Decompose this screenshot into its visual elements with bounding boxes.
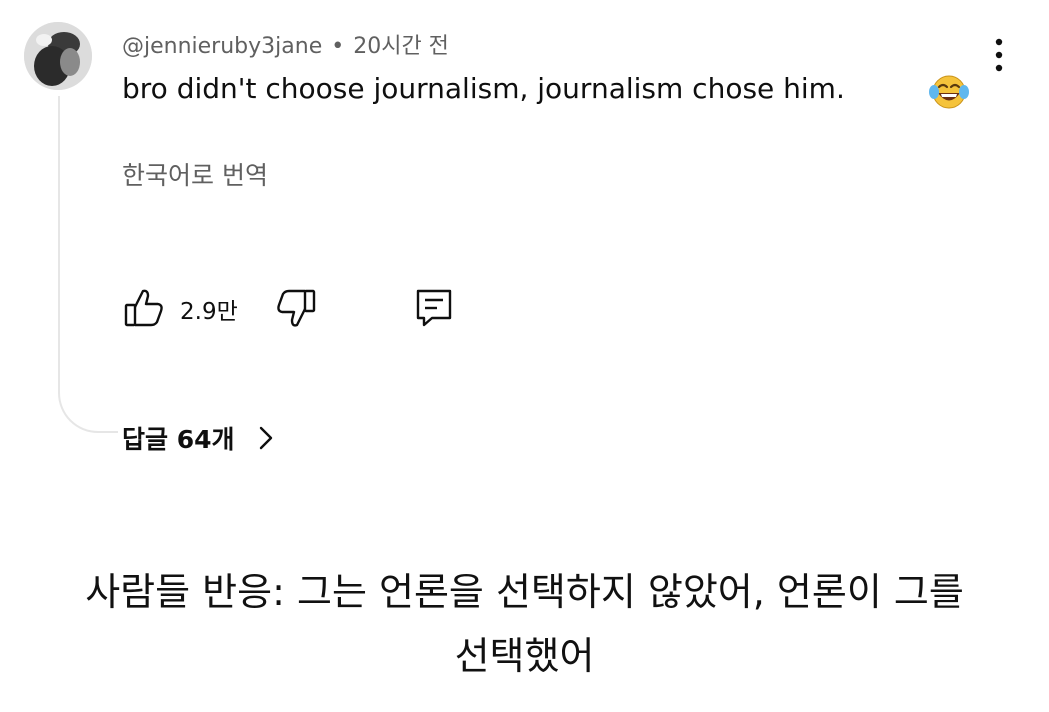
comment-screenshot: @jennieruby3jane • 20시간 전 bro didn't choos… [0, 0, 1049, 712]
caption-line-1: 사람들 반응: 그는 언론을 선택하지 않았어, 언론이 그를 [85, 570, 964, 614]
caption: 사람들 반응: 그는 언론을 선택하지 않았어, 언론이 그를 선택했어 [0, 560, 1049, 688]
thumbs-up-icon[interactable] [122, 287, 166, 329]
avatar-photo [24, 22, 92, 90]
more-vertical-icon[interactable] [988, 36, 1010, 76]
chevron-right-icon [259, 426, 272, 450]
meta-separator: • [331, 34, 345, 59]
view-replies-button[interactable]: 답글 64개 [122, 420, 275, 456]
avatar[interactable] [24, 22, 92, 90]
comment-reply-icon[interactable] [414, 288, 454, 328]
replies-label: 답글 64개 [122, 425, 235, 454]
caption-line-2: 선택했어 [454, 634, 595, 678]
comment-meta: @jennieruby3jane • 20시간 전 [122, 28, 449, 60]
face-with-tears-of-joy-icon [929, 75, 969, 109]
like-count: 2.9만 [180, 299, 238, 325]
comment-timestamp[interactable]: 20시간 전 [353, 34, 449, 59]
comment-body: bro didn't choose journalism, journalism… [122, 72, 845, 105]
translate-link[interactable]: 한국어로 번역 [122, 156, 268, 192]
thumbs-down-icon[interactable] [272, 287, 318, 331]
comment-author[interactable]: @jennieruby3jane [122, 34, 322, 59]
reply-thread-line [58, 96, 118, 433]
